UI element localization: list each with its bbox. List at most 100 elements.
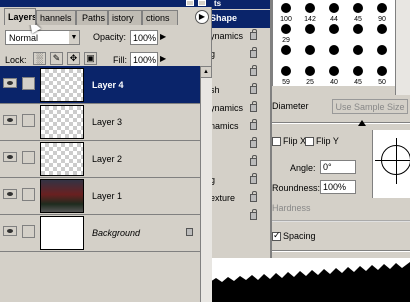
brush-setting-label: ynamics: [210, 103, 244, 113]
brush-preset[interactable]: 45: [347, 64, 369, 86]
brushes-title: ts: [214, 0, 222, 8]
scroll-up-icon[interactable]: ▲: [200, 66, 212, 78]
brush-tip-icon: [329, 66, 339, 76]
roundness-label: Roundness:: [272, 183, 321, 193]
lock-icon: [250, 65, 257, 76]
palette-menu-icon[interactable]: ▶: [195, 10, 209, 24]
layer-name[interactable]: Layer 2: [92, 154, 122, 164]
brush-size: 50: [378, 79, 386, 86]
layer-name[interactable]: Layer 3: [92, 117, 122, 127]
spacing-slider[interactable]: [272, 250, 410, 252]
brush-presets-scrollbar[interactable]: [395, 0, 410, 95]
fill-input[interactable]: 100%: [130, 52, 158, 67]
brush-icon[interactable]: [22, 77, 35, 90]
brush-preset[interactable]: 50: [371, 64, 393, 86]
brush-tip-icon: [305, 45, 315, 55]
fill-arrow-icon[interactable]: ▶: [160, 54, 166, 63]
brush-preset[interactable]: [323, 43, 345, 65]
layers-title-bar[interactable]: [0, 0, 212, 7]
brush-preset[interactable]: [299, 43, 321, 65]
brush-angle-preview[interactable]: [372, 130, 410, 198]
lock-icon: [250, 47, 257, 58]
hardness-slider[interactable]: [272, 220, 410, 222]
layer-thumbnail: [40, 105, 84, 139]
brush-tip-icon: [353, 66, 363, 76]
link-icon[interactable]: [22, 188, 35, 201]
brush-preset[interactable]: 44: [323, 1, 345, 23]
layer-row[interactable]: Layer 1: [0, 177, 200, 215]
brush-tip-icon: [281, 3, 291, 13]
brush-preset[interactable]: 45: [347, 1, 369, 23]
opacity-input[interactable]: 100%: [130, 30, 158, 45]
flip-x-checkbox[interactable]: [272, 137, 281, 146]
lock-pixels-button[interactable]: ✎: [50, 52, 63, 65]
layer-name[interactable]: Layer 4: [92, 80, 124, 90]
link-icon[interactable]: [22, 151, 35, 164]
opacity-arrow-icon[interactable]: ▶: [160, 32, 166, 41]
tab-paths[interactable]: Paths: [76, 10, 108, 25]
lock-icon: [186, 228, 193, 236]
close-button[interactable]: [198, 0, 206, 6]
lock-all-button[interactable]: ▣: [84, 52, 97, 65]
brush-setting-label: namics: [210, 121, 239, 131]
fill-label: Fill:: [113, 55, 127, 65]
diameter-slider-thumb[interactable]: [358, 120, 366, 126]
brush-preset[interactable]: 90: [371, 1, 393, 23]
brush-preset[interactable]: 25: [299, 64, 321, 86]
spacing-label: Spacing: [283, 231, 316, 241]
eye-icon[interactable]: [3, 189, 17, 199]
link-icon[interactable]: [22, 225, 35, 238]
roundness-input[interactable]: 100%: [320, 180, 356, 194]
eye-icon[interactable]: [3, 78, 17, 88]
brush-preset[interactable]: 29: [275, 22, 297, 44]
chevron-down-icon[interactable]: ▼: [69, 31, 79, 44]
brush-tip-icon: [281, 45, 291, 55]
layers-scrollbar[interactable]: [200, 66, 212, 302]
eye-icon[interactable]: [3, 115, 17, 125]
layer-row[interactable]: Layer 4: [0, 66, 200, 104]
brush-preset[interactable]: 40: [323, 64, 345, 86]
tab-history[interactable]: istory: [108, 10, 142, 25]
tab-channels[interactable]: hannels: [36, 10, 76, 25]
spacing-checkbox[interactable]: ✓: [272, 230, 281, 241]
eye-icon[interactable]: [3, 226, 17, 236]
brush-preset[interactable]: [299, 22, 321, 44]
tab-layers[interactable]: Layers: [4, 8, 36, 25]
brush-preset[interactable]: 59: [275, 64, 297, 86]
lock-label: Lock:: [5, 55, 27, 65]
brush-preset[interactable]: [275, 43, 297, 65]
tab-actions[interactable]: ctions: [142, 10, 178, 25]
diameter-slider[interactable]: [272, 122, 410, 124]
lock-icon: [250, 191, 257, 202]
layer-row[interactable]: Layer 3: [0, 103, 200, 141]
brush-tip-icon: [377, 3, 387, 13]
flip-y-checkbox[interactable]: [305, 137, 314, 146]
layer-row[interactable]: Background: [0, 214, 200, 252]
use-sample-size-button[interactable]: Use Sample Size: [332, 99, 408, 114]
brush-preset[interactable]: [347, 43, 369, 65]
layer-name[interactable]: Layer 1: [92, 191, 122, 201]
brush-preset[interactable]: [347, 22, 369, 44]
brush-preset[interactable]: 142: [299, 1, 321, 23]
link-icon[interactable]: [22, 114, 35, 127]
layers-list: Layer 4 Layer 3 Layer 2 Layer 1 Background: [0, 66, 200, 302]
lock-position-button[interactable]: ✥: [67, 52, 80, 65]
layer-thumbnail: [40, 216, 84, 250]
brush-tip-icon: [353, 45, 363, 55]
eye-icon[interactable]: [3, 152, 17, 162]
brush-preset[interactable]: 100: [275, 1, 297, 23]
layers-panel: Layers hannels Paths istory ctions ▶ Nor…: [0, 0, 212, 302]
layer-name[interactable]: Background: [92, 228, 140, 238]
brush-preset[interactable]: [371, 43, 393, 65]
brush-size: 25: [306, 79, 314, 86]
minimize-button[interactable]: [186, 0, 194, 6]
stroke-preview-svg: [210, 262, 410, 302]
brush-tip-icon: [281, 24, 291, 34]
brush-preset[interactable]: [323, 22, 345, 44]
angle-input[interactable]: 0°: [320, 160, 356, 174]
brush-preset[interactable]: [371, 22, 393, 44]
layer-row[interactable]: Layer 2: [0, 140, 200, 178]
lock-transparency-button[interactable]: ░: [33, 52, 46, 65]
brush-tip-icon: [329, 3, 339, 13]
brush-size: 40: [330, 79, 338, 86]
